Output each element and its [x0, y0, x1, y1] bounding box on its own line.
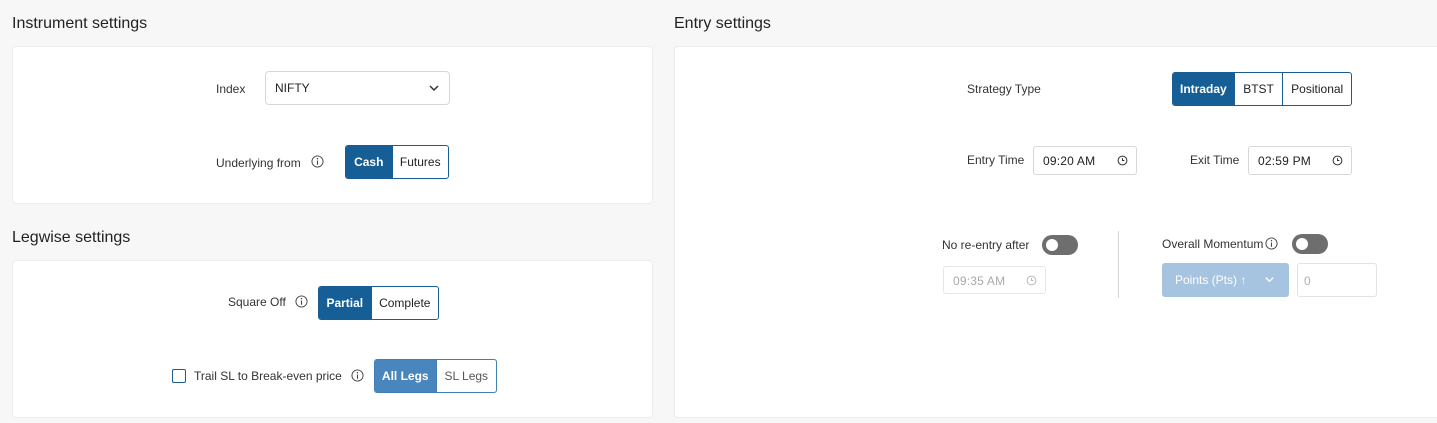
instrument-settings-card: Index NIFTY Underlying from Cash Futures — [12, 46, 653, 204]
index-select-value: NIFTY — [275, 81, 310, 95]
momentum-value-input[interactable]: 0 — [1297, 263, 1377, 297]
no-reentry-toggle[interactable] — [1042, 235, 1078, 255]
info-icon[interactable] — [295, 295, 308, 308]
underlying-option-futures[interactable]: Futures — [391, 146, 448, 178]
overall-momentum-label: Overall Momentum — [1162, 237, 1264, 251]
legwise-settings-title: Legwise settings — [12, 229, 131, 246]
entry-settings-title: Entry settings — [674, 15, 771, 32]
strategy-option-intraday[interactable]: Intraday — [1173, 73, 1234, 105]
info-icon[interactable] — [1265, 237, 1278, 250]
overall-momentum-toggle[interactable] — [1292, 234, 1328, 254]
entry-time-label: Entry Time — [967, 153, 1025, 167]
momentum-type-dropdown[interactable]: Points (Pts) ↑ — [1162, 263, 1289, 297]
index-label: Index — [216, 82, 246, 96]
trail-sl-label: Trail SL to Break-even price — [194, 369, 342, 383]
legwise-settings-card: Square Off Partial Complete Trail SL to … — [12, 260, 653, 418]
no-reentry-time-input[interactable]: 09:35 AM — [943, 266, 1046, 294]
entry-settings-card: Strategy Type Intraday BTST Positional E… — [674, 46, 1437, 418]
square-off-option-complete[interactable]: Complete — [370, 287, 438, 319]
clock-icon — [1026, 275, 1037, 286]
chevron-down-icon — [429, 85, 439, 92]
entry-time-value: 09:20 AM — [1043, 154, 1096, 168]
trail-sl-checkbox[interactable] — [172, 369, 186, 383]
exit-time-input[interactable]: 02:59 PM — [1248, 146, 1352, 175]
strategy-type-toggle: Intraday BTST Positional — [1172, 72, 1352, 106]
no-reentry-label: No re-entry after — [942, 238, 1030, 252]
strategy-option-positional[interactable]: Positional — [1282, 73, 1351, 105]
info-icon[interactable] — [351, 369, 364, 382]
underlying-label: Underlying from — [216, 156, 301, 170]
index-select[interactable]: NIFTY — [265, 71, 450, 105]
underlying-toggle: Cash Futures — [345, 145, 449, 179]
exit-time-value: 02:59 PM — [1258, 154, 1311, 168]
strategy-option-btst[interactable]: BTST — [1233, 73, 1283, 105]
clock-icon[interactable] — [1332, 155, 1343, 166]
info-icon[interactable] — [311, 155, 324, 168]
entry-time-input[interactable]: 09:20 AM — [1033, 146, 1137, 175]
momentum-type-value: Points (Pts) ↑ — [1175, 273, 1247, 287]
instrument-settings-title: Instrument settings — [12, 15, 148, 32]
trail-legs-toggle: All Legs SL Legs — [374, 359, 497, 393]
strategy-type-label: Strategy Type — [967, 82, 1041, 96]
toggle-knob — [1296, 238, 1308, 250]
vertical-divider — [1118, 231, 1119, 298]
square-off-label: Square Off — [228, 295, 286, 309]
trail-option-all-legs[interactable]: All Legs — [375, 360, 436, 392]
exit-time-label: Exit Time — [1190, 153, 1240, 167]
clock-icon[interactable] — [1117, 155, 1128, 166]
trail-option-sl-legs[interactable]: SL Legs — [435, 360, 497, 392]
chevron-down-icon — [1265, 277, 1274, 283]
no-reentry-time-value: 09:35 AM — [953, 274, 1006, 288]
square-off-option-partial[interactable]: Partial — [319, 287, 371, 319]
toggle-knob — [1046, 239, 1058, 251]
momentum-value: 0 — [1304, 274, 1311, 288]
underlying-option-cash[interactable]: Cash — [346, 146, 392, 178]
square-off-toggle: Partial Complete — [318, 286, 439, 320]
